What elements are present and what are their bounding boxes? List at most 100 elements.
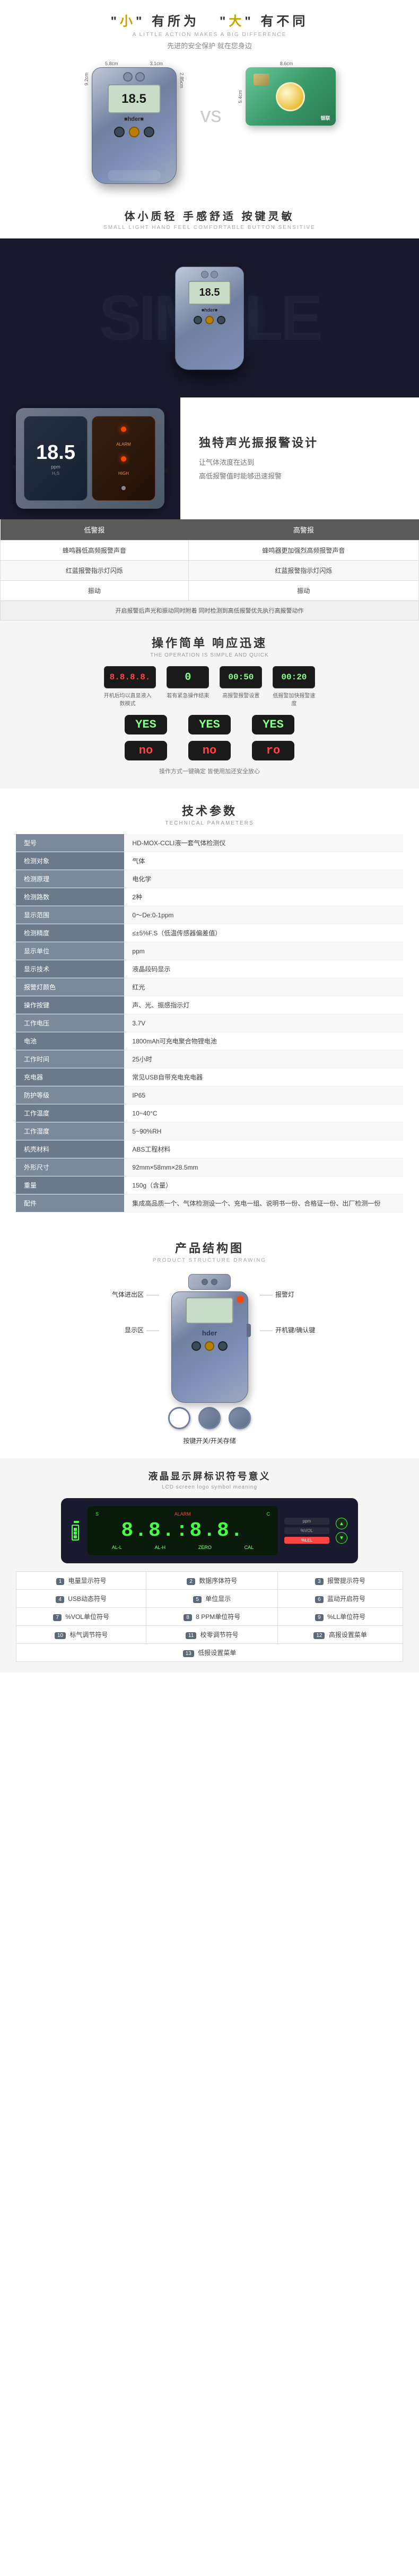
specs-value-10: 1800mAh可充电聚合物锂电池 <box>124 1032 403 1050</box>
op-title-en: THE OPERATION IS SIMPLE AND QUICK <box>21 652 398 658</box>
specs-label-11: 工作时间 <box>16 1050 124 1068</box>
specs-row-13: 防护等级 IP65 <box>16 1086 403 1104</box>
hand-section: SIMPLE 18.5 ■hder■ <box>0 238 419 397</box>
table-row: 振动 振动 <box>1 581 419 601</box>
specs-label-12: 充电器 <box>16 1068 124 1086</box>
legend-row-3: 7 %VOL单位符号 8 8 PPM单位符号 9 %LL单位符号 <box>16 1608 403 1626</box>
legend-row-4: 10 标气调节符号 11 校零调节符号 12 高报设置菜单 <box>16 1626 403 1644</box>
legend-num-10: 10 <box>55 1632 66 1639</box>
dual-unit: ppm <box>51 464 60 470</box>
specs-row-8: 操作按键 声、光、振感指示灯 <box>16 996 403 1014</box>
specs-label-3: 显示范围 <box>16 906 124 924</box>
lcd-display: S ALARM C 8.8.:8.8. AL-L AL-H ZERO CAL p… <box>61 1498 358 1563</box>
legend-row-1: 1 电量显示符号 2 数据序体符号 3 报警提示符号 <box>16 1572 403 1590</box>
specs-row-9: 工作电压 3.7V <box>16 1014 403 1032</box>
legend-text-5: 单位显示 <box>205 1595 231 1603</box>
specs-value-17: 92mm×58mm×28.5mm <box>124 1158 403 1176</box>
lcd-down-btn[interactable]: ▼ <box>336 1532 347 1544</box>
specs-row-2: 检测路数 2种 <box>16 888 403 906</box>
feature-title: 体小质轻 手感舒适 按键灵敏 <box>21 208 398 223</box>
op-no-row: no no ro <box>21 741 398 760</box>
specs-value-2: 2种 <box>124 888 403 906</box>
op-display-1: 8.8.8.8. 开机后均以直显液入数模式 <box>104 666 156 707</box>
struct-alert-light <box>237 1296 243 1303</box>
specs-label-17: 外形尺寸 <box>16 1158 124 1176</box>
no-1: no <box>125 741 167 760</box>
lcd-label-all: AL-L <box>112 1545 122 1550</box>
alert-row1-col1: 蜂鸣器低高频报警声音 <box>1 541 189 561</box>
legend-cell-13: 13 低报设置菜单 <box>16 1644 403 1662</box>
specs-value-13: IP65 <box>124 1086 403 1104</box>
yes-3: YES <box>252 715 294 734</box>
alert-row2-col1: 红蓝报警指示灯闪烁 <box>1 561 189 581</box>
lcd-ind-lel: %LEL <box>284 1537 329 1544</box>
lcd-arrow-btns: ▲ ▼ <box>336 1518 347 1544</box>
alert-row4: 开启报警后声光和振动同时附着 同时检测到高低报警优先执行高报警动作 <box>1 601 419 621</box>
struct-device-main: hder <box>171 1291 248 1403</box>
legend-num-3: 3 <box>315 1578 324 1585</box>
op-digits-4: 00:20 <box>281 672 307 682</box>
specs-value-15: 5~90%RH <box>124 1122 403 1140</box>
specs-row-14: 工作温度 10~40°C <box>16 1104 403 1122</box>
yes-2: YES <box>188 715 231 734</box>
legend-text-2: 数据序体符号 <box>199 1577 237 1584</box>
hand-device: 18.5 ■hder■ <box>175 267 244 370</box>
specs-row-1: 检测原理 电化学 <box>16 870 403 888</box>
lcd-legend-table: 1 电量显示符号 2 数据序体符号 3 报警提示符号 4 USB动态符号 5 单… <box>16 1571 403 1662</box>
lcd-ind-vol: %VOL <box>284 1527 329 1534</box>
legend-text-11: 校零调节符号 <box>200 1631 239 1639</box>
alert-text-side: 独特声光振报警设计 让气体浓度在达到 高低报警值时能够迅速报警 <box>180 397 419 519</box>
struct-title-en: PRODUCT STRUCTURE DRAWING <box>16 1258 403 1263</box>
specs-label-4: 检测精度 <box>16 924 124 942</box>
legend-num-6: 6 <box>315 1596 324 1603</box>
lcd-digits: 8.8.:8.8. <box>95 1519 270 1542</box>
op-display-3: 00:50 高报警报警设置 <box>220 666 262 699</box>
op-desc-4: 低报警加快报警速度 <box>273 691 315 707</box>
hero-big: 大 <box>229 14 245 29</box>
dual-device-side: SIMPLE 18.5 ppm H₂S ALARM HIGH <box>0 397 180 519</box>
legend-cell-6: 6 蓝动开启符号 <box>278 1590 403 1608</box>
alert-row3-col2: 振动 <box>188 581 418 601</box>
specs-label-13: 防护等级 <box>16 1086 124 1104</box>
specs-label-9: 工作电压 <box>16 1014 124 1032</box>
specs-row-18: 重量 150g（含量） <box>16 1176 403 1194</box>
specs-value-12: 常见USB自带充电充电器 <box>124 1068 403 1086</box>
alert-dot-3 <box>121 486 126 490</box>
legend-row-5: 13 低报设置菜单 <box>16 1644 403 1662</box>
device-image-2: 8.6cm 5.4cm 银联 <box>238 61 336 126</box>
struct-labels-left: 气体进出区 —— 显示区 —— <box>85 1274 159 1356</box>
op-digits-2: 0 <box>185 671 191 684</box>
specs-row-3: 显示范围 0～De:0-1ppm <box>16 906 403 924</box>
no-2: no <box>188 741 231 760</box>
legend-num-11: 11 <box>186 1632 196 1639</box>
op-displays-row: 8.8.8.8. 开机后均以直显液入数模式 0 若有紧急操作结束 00:50 高… <box>21 666 398 707</box>
lcd-up-btn[interactable]: ▲ <box>336 1518 347 1529</box>
device-brand-1: ■hder■ <box>92 116 176 122</box>
alert-table: 低警报 高警报 蜂鸣器低高频报警声音 蜂鸣器更加强烈高频报警声音 红蓝报警指示灯… <box>0 519 419 621</box>
specs-label-6: 显示技术 <box>16 960 124 978</box>
op-digits-1: 8.8.8.8. <box>110 672 151 682</box>
legend-text-8: 8 PPM单位符号 <box>196 1613 240 1621</box>
legend-text-1: 电量显示符号 <box>68 1577 107 1584</box>
specs-value-7: 红光 <box>124 978 403 996</box>
legend-num-7: 7 <box>53 1614 62 1621</box>
struct-side-btn <box>247 1324 251 1337</box>
device-image-1: 5.8cm3.1cm 9.2cm 18.5 <box>84 61 185 184</box>
specs-value-4: ≤±5%F.S（低温传感器偏差值） <box>124 924 403 942</box>
op-display-4: 00:20 低报警加快报警速度 <box>273 666 315 707</box>
specs-value-8: 声、光、振感指示灯 <box>124 996 403 1014</box>
specs-title-en: TECHNICAL PARAMETERS <box>16 820 403 826</box>
specs-row-5: 显示单位 ppm <box>16 942 403 960</box>
feature-en: SMALL LIGHT HAND FEEL COMFORTABLE BUTTON… <box>21 225 398 231</box>
op-yes-row: YES YES YES <box>21 715 398 734</box>
legend-num-13: 13 <box>183 1650 194 1657</box>
hero-images: 5.8cm3.1cm 9.2cm 18.5 <box>21 61 398 184</box>
specs-label-16: 机壳材料 <box>16 1140 124 1158</box>
lcd-label-zero: ZERO <box>198 1545 212 1550</box>
legend-text-12: 高报设置菜单 <box>329 1631 367 1639</box>
op-digits-3: 00:50 <box>228 672 254 682</box>
op-confirm-text: 操作方式一键确定 皆使用加还安全放心 <box>21 767 398 775</box>
struct-diagram: 气体进出区 —— 显示区 —— hder <box>16 1274 403 1431</box>
specs-label-15: 工作湿度 <box>16 1122 124 1140</box>
right-label-1: —— 报警灯 <box>260 1290 334 1299</box>
